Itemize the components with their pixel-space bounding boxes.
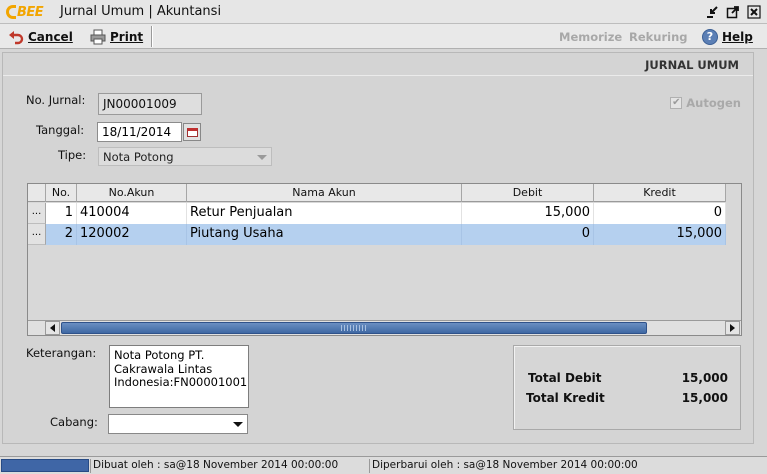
- status-progress-bar: [1, 459, 89, 472]
- horizontal-scrollbar[interactable]: [28, 320, 741, 335]
- column-header-no[interactable]: No.: [46, 184, 77, 202]
- table-row[interactable]: ... 1 410004 Retur Penjualan 15,000 0: [28, 203, 726, 224]
- column-header-debit[interactable]: Debit: [462, 184, 594, 202]
- table-row[interactable]: ... 2 120002 Piutang Usaha 0 15,000: [28, 224, 726, 245]
- cell-no-akun[interactable]: 120002: [77, 224, 187, 245]
- total-kredit-label: Total Kredit: [526, 391, 605, 405]
- print-label: Print: [110, 29, 144, 44]
- no-jurnal-label: No. Jurnal:: [26, 93, 86, 107]
- totals-box: Total Debit 15,000 Total Kredit 15,000: [513, 345, 741, 430]
- chevron-down-icon: [233, 422, 243, 427]
- window-controls: [703, 3, 763, 20]
- autogen-checkbox[interactable]: ✔ Autogen: [670, 96, 741, 110]
- maximize-icon[interactable]: [724, 3, 742, 20]
- scroll-right-button[interactable]: [725, 321, 740, 335]
- header-corner: [28, 184, 46, 202]
- journal-panel: JURNAL UMUM No. Jurnal: JN00001009 Tangg…: [2, 52, 754, 444]
- window-title: Jurnal Umum | Akuntansi: [60, 4, 222, 19]
- grip-icon: [341, 325, 367, 331]
- journal-table: No. No.Akun Nama Akun Debit Kredit ... 1…: [27, 183, 742, 336]
- autogen-label: Autogen: [686, 96, 741, 110]
- tanggal-field[interactable]: 18/11/2014: [97, 122, 182, 142]
- column-header-no-akun[interactable]: No.Akun: [77, 184, 187, 202]
- calendar-button[interactable]: [183, 123, 201, 141]
- cancel-label: Cancel: [28, 29, 73, 44]
- title-bar: BEE Jurnal Umum | Akuntansi: [0, 0, 767, 24]
- cell-debit[interactable]: 0: [462, 224, 594, 245]
- memorize-button[interactable]: Memorize: [559, 30, 622, 44]
- help-icon: ?: [702, 28, 718, 45]
- cell-nama-akun[interactable]: Retur Penjualan: [187, 203, 462, 224]
- status-created: Dibuat oleh : sa@18 November 2014 00:00:…: [90, 459, 368, 473]
- arrow-left-icon: [50, 324, 55, 332]
- cell-no-akun[interactable]: 410004: [77, 203, 187, 224]
- close-icon[interactable]: [745, 3, 763, 20]
- cell-kredit[interactable]: 15,000: [594, 224, 726, 245]
- keterangan-label: Keterangan:: [26, 346, 97, 360]
- checkmark-icon: ✔: [670, 97, 683, 109]
- chevron-down-icon: [257, 155, 267, 160]
- status-bar: Dibuat oleh : sa@18 November 2014 00:00:…: [0, 456, 767, 474]
- logo-text: BEE: [17, 4, 44, 20]
- calendar-icon: [186, 127, 198, 137]
- tipe-select[interactable]: Nota Potong: [98, 147, 272, 166]
- total-debit-label: Total Debit: [528, 371, 602, 385]
- cabang-select[interactable]: [108, 414, 248, 434]
- help-button[interactable]: ? Help: [702, 27, 753, 46]
- help-label: Help: [722, 29, 753, 44]
- toolbar-separator: [151, 26, 153, 47]
- toolbar: Cancel Print Memorize Rekuring ? Help: [0, 24, 767, 49]
- status-updated: Diperbarui oleh : sa@18 November 2014 00…: [369, 459, 765, 473]
- tipe-value: Nota Potong: [103, 150, 174, 164]
- app-logo: BEE: [6, 4, 44, 20]
- total-kredit-value: 15,000: [681, 391, 728, 405]
- cell-nama-akun[interactable]: Piutang Usaha: [187, 224, 462, 245]
- total-debit-value: 15,000: [681, 371, 728, 385]
- row-edit-button[interactable]: ...: [28, 203, 46, 224]
- column-header-nama-akun[interactable]: Nama Akun: [187, 184, 462, 202]
- arrow-right-icon: [730, 324, 735, 332]
- scroll-left-button[interactable]: [45, 321, 60, 335]
- column-header-kredit[interactable]: Kredit: [594, 184, 726, 202]
- tanggal-label: Tanggal:: [36, 123, 85, 137]
- divider: [3, 75, 753, 76]
- cell-no[interactable]: 1: [46, 203, 77, 224]
- keterangan-textarea[interactable]: Nota Potong PT. Cakrawala Lintas Indones…: [109, 345, 249, 408]
- cell-no[interactable]: 2: [46, 224, 77, 245]
- logo-mark-icon: [6, 5, 16, 19]
- print-button[interactable]: Print: [90, 27, 143, 46]
- rekuring-button[interactable]: Rekuring: [629, 30, 688, 44]
- cabang-label: Cabang:: [50, 415, 98, 429]
- minimize-icon[interactable]: [703, 3, 721, 20]
- tipe-label: Tipe:: [58, 148, 87, 162]
- cancel-button[interactable]: Cancel: [8, 27, 73, 46]
- table-header: No. No.Akun Nama Akun Debit Kredit: [28, 184, 726, 202]
- panel-heading: JURNAL UMUM: [645, 58, 739, 72]
- no-jurnal-field[interactable]: JN00001009: [98, 93, 202, 115]
- scrollbar-thumb[interactable]: [61, 322, 647, 334]
- cell-debit[interactable]: 15,000: [462, 203, 594, 224]
- printer-icon: [90, 29, 106, 44]
- row-edit-button[interactable]: ...: [28, 224, 46, 245]
- undo-arrow-icon: [9, 30, 24, 44]
- cell-kredit[interactable]: 0: [594, 203, 726, 224]
